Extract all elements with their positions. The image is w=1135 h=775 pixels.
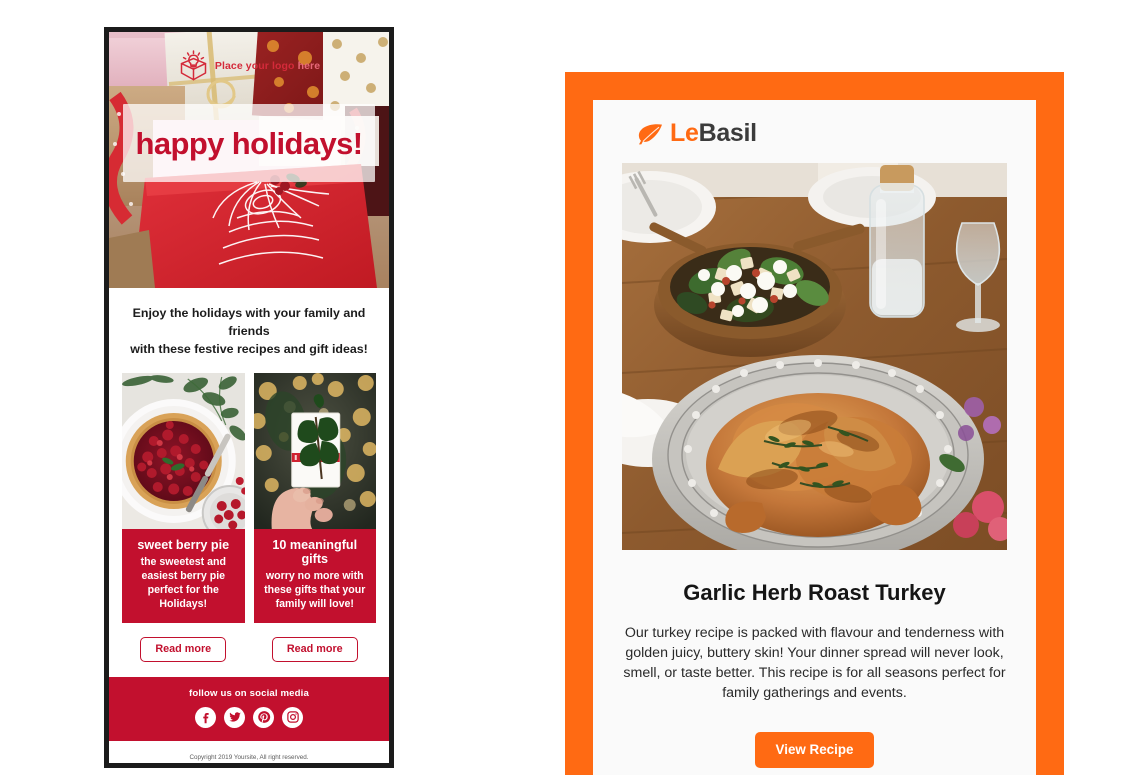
view-recipe-button[interactable]: View Recipe — [754, 731, 875, 768]
article-card-title: sweet berry pie — [137, 537, 230, 552]
lebasil-email-inner: LeBasil Garlic Herb Roast Turkey Our tur… — [593, 100, 1036, 775]
hero-headline-banner: happy holidays! — [123, 104, 375, 182]
article-card-description: the sweetest and easiest berry pie perfe… — [140, 555, 226, 610]
article-card: 10 meaningful gifts worry no more with t… — [253, 372, 377, 677]
article-card-title: 10 meaningful gifts — [272, 537, 358, 566]
subscribe-note-text: You subscribed to our newsletter via our… — [161, 763, 337, 768]
instagram-icon[interactable] — [282, 706, 303, 728]
leaf-icon — [637, 123, 663, 145]
read-more-button[interactable]: Read more — [140, 636, 227, 662]
recipe-title: Garlic Herb Roast Turkey — [683, 580, 946, 605]
social-icon-list — [109, 706, 389, 728]
lightbulb-in-box-icon — [178, 49, 209, 82]
copyright-text: Copyright 2019 Yoursite, All right reser… — [189, 753, 309, 761]
lebasil-logo-second: Basil — [698, 119, 758, 147]
logo-text-primary: Place your logo — [214, 59, 295, 72]
holiday-newsletter-email: Place your logo here happy holidays! Enj… — [104, 27, 394, 768]
article-card-button-row: Read more — [122, 623, 245, 677]
twitter-icon[interactable] — [224, 706, 245, 728]
lebasil-logo-text: LeBasil — [670, 119, 757, 148]
roast-turkey-photo — [622, 163, 1007, 550]
article-card-body: 10 meaningful gifts worry no more with t… — [253, 528, 376, 623]
social-media-label: follow us on social media — [189, 687, 309, 699]
screenshot-canvas: Place your logo here happy holidays! Enj… — [0, 0, 1135, 775]
social-media-bar: follow us on social media — [109, 676, 389, 741]
lebasil-logo: LeBasil — [593, 100, 1036, 163]
email-logo: Place your logo here — [109, 49, 389, 82]
recipe-description: Our turkey recipe is packed with flavour… — [623, 625, 1006, 702]
lebasil-recipe-email: LeBasil Garlic Herb Roast Turkey Our tur… — [565, 72, 1064, 775]
hero-section: Place your logo here happy holidays! — [109, 32, 389, 288]
intro-line-1: Enjoy the holidays with your family and … — [132, 306, 366, 338]
hero-headline: happy holidays! — [135, 125, 364, 161]
logo-text-secondary: here — [297, 59, 321, 72]
facebook-icon[interactable] — [195, 706, 216, 728]
berry-pie-photo — [122, 372, 245, 529]
pinterest-icon[interactable] — [253, 706, 274, 728]
article-card-body: sweet berry pie the sweetest and easiest… — [122, 528, 245, 623]
article-card-description: worry no more with these gifts that your… — [264, 569, 366, 610]
email-legal-footer: Copyright 2019 Yoursite, All right reser… — [109, 740, 389, 768]
article-card: sweet berry pie the sweetest and easiest… — [122, 372, 245, 677]
article-cards: sweet berry pie the sweetest and easiest… — [109, 372, 389, 677]
recipe-button-row: View Recipe — [593, 704, 1036, 768]
read-more-button[interactable]: Read more — [271, 636, 358, 662]
article-card-button-row: Read more — [254, 623, 377, 677]
intro-line-2: with these festive recipes and gift idea… — [130, 341, 368, 356]
gift-holly-photo — [253, 372, 376, 529]
intro-text: Enjoy the holidays with your family and … — [109, 288, 389, 373]
email-logo-text: Place your logo here — [215, 60, 320, 72]
lebasil-logo-first: Le — [670, 119, 699, 147]
